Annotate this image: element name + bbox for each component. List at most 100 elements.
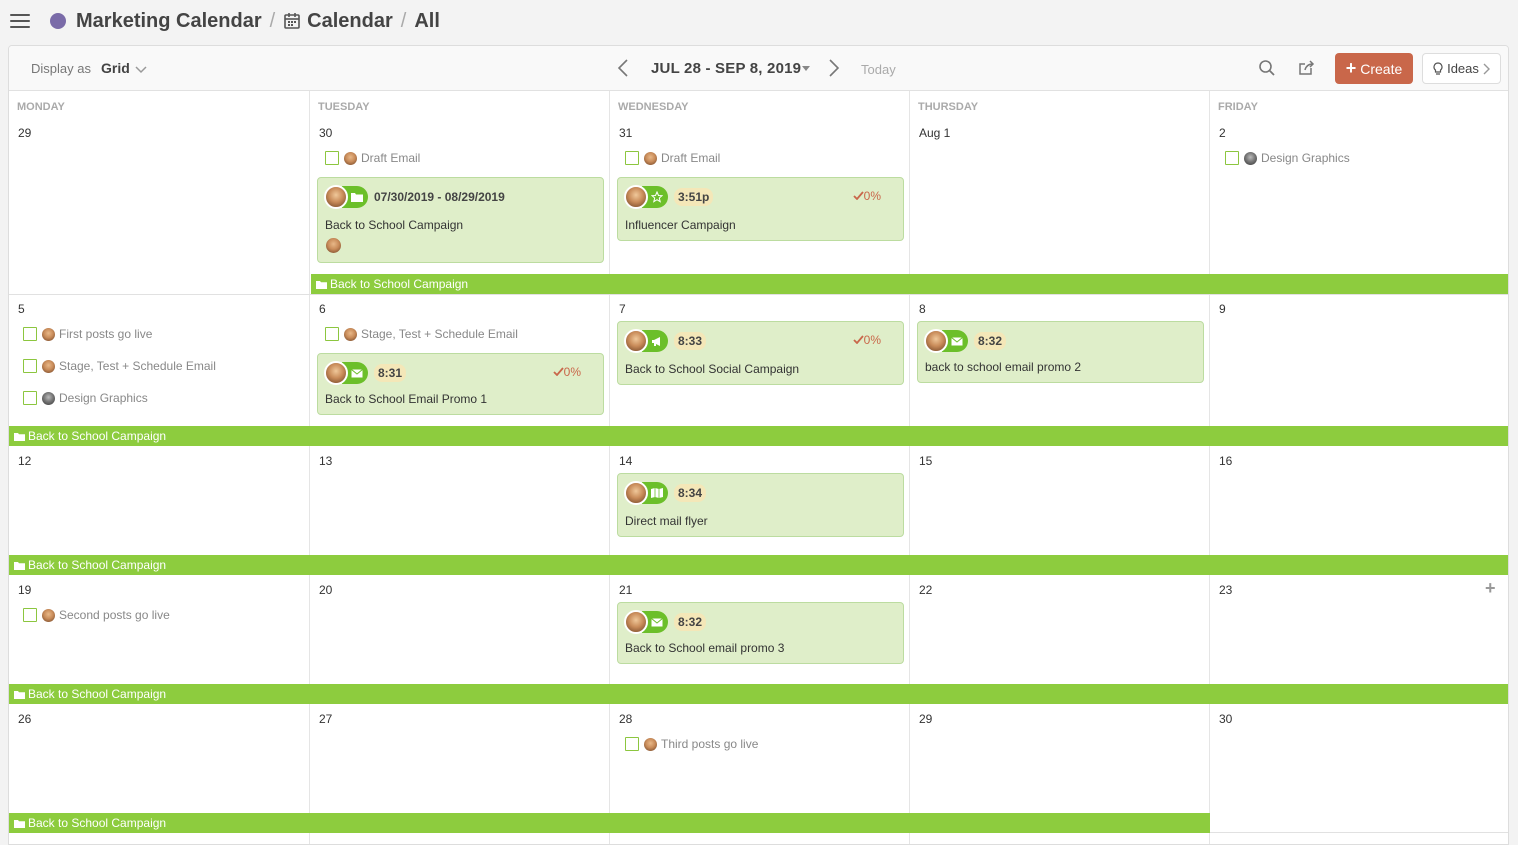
date-label[interactable]: 27 [319,712,332,726]
card-time: 8:32 [974,332,1007,350]
event-card[interactable]: 8:34 Direct mail flyer [617,473,904,537]
card-time: 8:32 [674,613,707,631]
day-header-wednesday: WEDNESDAY [618,101,689,113]
folder-icon [14,819,25,828]
card-time: 3:51p [674,188,714,206]
task-item[interactable]: Draft Email [625,151,720,165]
card-title: back to school email promo 2 [925,360,1082,374]
campaign-bar-label: Back to School Campaign [330,277,469,291]
breadcrumb-view[interactable]: All [414,10,440,33]
campaign-bar[interactable]: Back to School Campaign [9,426,1508,446]
date-range-selector[interactable]: JUL 28 - SEP 8, 2019 [651,60,801,77]
campaign-bar[interactable]: Back to School Campaign [9,684,1508,704]
date-label[interactable]: 7 [619,302,626,316]
campaign-bar[interactable]: Back to School Campaign [9,813,1210,833]
task-label: Design Graphics [59,391,148,405]
task-item[interactable]: Design Graphics [23,391,148,405]
chevron-right-icon [1483,63,1490,74]
date-label[interactable]: 13 [319,454,332,468]
date-label[interactable]: 12 [18,454,31,468]
create-label: Create [1360,60,1403,77]
task-label: Design Graphics [1261,151,1350,165]
card-progress: 0% [853,333,881,347]
date-label[interactable]: 16 [1219,454,1232,468]
ideas-button[interactable]: Ideas [1422,53,1501,84]
date-label[interactable]: 9 [1219,302,1226,316]
progress-value: 0% [863,189,881,203]
task-label: Draft Email [361,151,421,165]
task-item[interactable]: Design Graphics [1225,151,1350,165]
task-checkbox[interactable] [23,391,37,405]
task-checkbox[interactable] [325,327,339,341]
create-button[interactable]: + Create [1335,53,1413,84]
folder-icon [316,280,327,289]
task-checkbox[interactable] [23,359,37,373]
task-checkbox[interactable] [325,151,339,165]
today-button[interactable]: Today [861,62,896,77]
date-label[interactable]: 15 [919,454,932,468]
event-card[interactable]: 8:31 0% Back to School Email Promo 1 [317,353,604,415]
event-card[interactable]: 8:32 back to school email promo 2 [917,321,1204,383]
progress-value: 0% [563,365,581,379]
date-label[interactable]: 2 [1219,126,1226,140]
date-label[interactable]: 26 [18,712,31,726]
campaign-bar[interactable]: Back to School Campaign [311,274,1508,294]
card-title: Back to School email promo 3 [625,641,785,655]
event-card[interactable]: 8:32 Back to School email promo 3 [617,602,904,664]
next-range-icon[interactable] [827,59,841,82]
task-item[interactable]: Stage, Test + Schedule Email [23,359,216,373]
add-item-plus-icon[interactable]: + [1485,578,1496,599]
task-checkbox[interactable] [625,151,639,165]
date-label[interactable]: 29 [919,712,932,726]
campaign-bar[interactable]: Back to School Campaign [9,555,1508,575]
date-label[interactable]: 20 [319,583,332,597]
chevron-down-icon[interactable] [135,62,147,80]
date-label[interactable]: 5 [18,302,25,316]
share-icon[interactable] [1298,59,1316,82]
date-label[interactable]: 29 [18,126,31,140]
plus-icon: + [1345,58,1357,78]
task-item[interactable]: Second posts go live [23,608,170,622]
event-card[interactable]: 8:33 0% Back to School Social Campaign [617,321,904,385]
date-label[interactable]: 6 [319,302,326,316]
card-pill: 3:51p [624,185,714,209]
date-label[interactable]: 8 [919,302,926,316]
date-label[interactable]: 23 [1219,583,1232,597]
task-checkbox[interactable] [23,608,37,622]
date-label[interactable]: 14 [619,454,632,468]
card-title: Influencer Campaign [625,218,736,232]
date-label[interactable]: 28 [619,712,632,726]
search-icon[interactable] [1258,59,1276,82]
date-label[interactable]: 30 [319,126,332,140]
date-label[interactable]: 21 [619,583,632,597]
caret-down-icon[interactable] [802,66,810,71]
date-label[interactable]: 22 [919,583,932,597]
display-mode-select[interactable]: Grid [101,60,130,76]
event-card[interactable]: 3:51p 0% Influencer Campaign [617,177,904,241]
task-item[interactable]: Stage, Test + Schedule Email [325,327,518,341]
task-label: Stage, Test + Schedule Email [59,359,216,373]
female-avatar [326,238,341,253]
female-avatar [344,327,357,341]
calendar-panel: Display as Grid JUL 28 - SEP 8, 2019 Tod… [8,45,1509,845]
hamburger-menu-icon[interactable] [10,14,30,28]
card-pill: 07/30/2019 - 08/29/2019 [324,185,509,209]
date-label[interactable]: 31 [619,126,632,140]
date-label[interactable]: Aug 1 [919,126,950,140]
previous-range-icon[interactable] [616,59,630,82]
date-label[interactable]: 19 [18,583,31,597]
task-checkbox[interactable] [23,327,37,341]
breadcrumb-workspace[interactable]: Marketing Calendar [76,10,262,33]
day-header-tuesday: TUESDAY [318,101,370,113]
task-checkbox[interactable] [1225,151,1239,165]
task-item[interactable]: First posts go live [23,327,152,341]
card-progress: 0% [553,365,581,379]
task-item[interactable]: Third posts go live [625,737,758,751]
breadcrumb-calendar[interactable]: Calendar [307,10,393,33]
day-header-friday: FRIDAY [1218,101,1258,113]
campaign-card[interactable]: 07/30/2019 - 08/29/2019 Back to School C… [317,177,604,263]
date-label[interactable]: 30 [1219,712,1232,726]
task-checkbox[interactable] [625,737,639,751]
day-header-thursday: THURSDAY [918,101,979,113]
task-item[interactable]: Draft Email [325,151,420,165]
